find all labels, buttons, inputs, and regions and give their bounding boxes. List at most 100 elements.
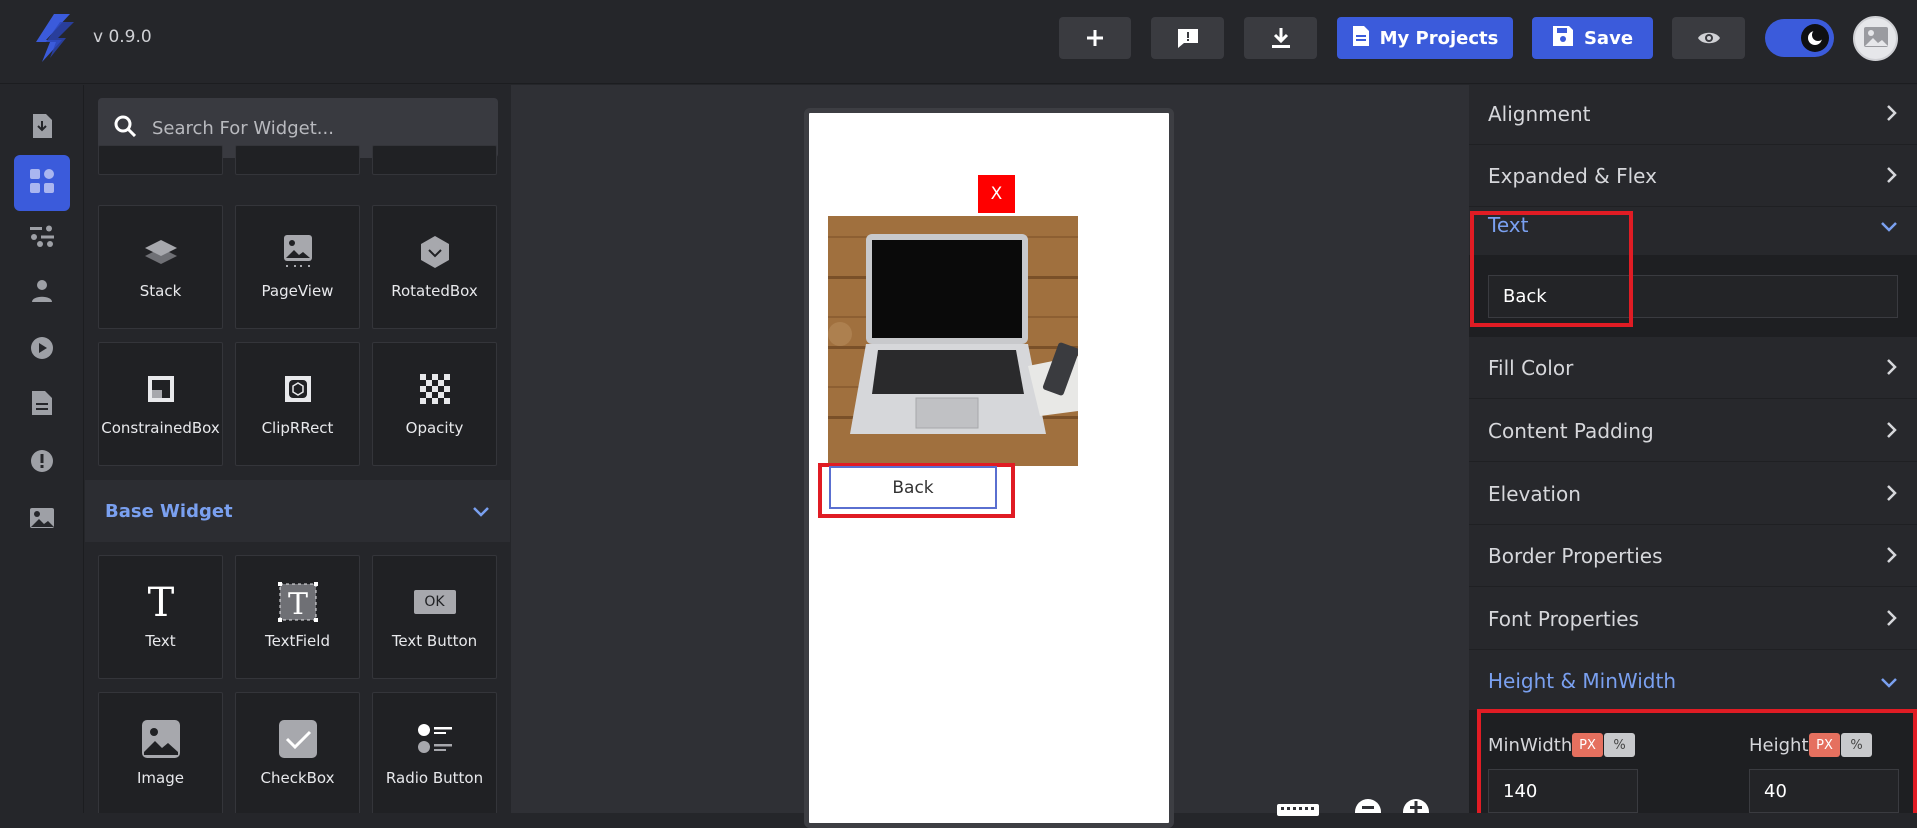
widget-label: Opacity xyxy=(405,419,464,437)
widget-label: PageView xyxy=(261,282,334,300)
app-logo xyxy=(36,14,76,62)
widget-tile-constrainedbox[interactable]: ConstrainedBox xyxy=(98,342,223,466)
prop-content-padding[interactable]: Content Padding xyxy=(1469,400,1917,462)
widget-label: ClipRRect xyxy=(261,419,334,437)
ok-badge: OK xyxy=(413,590,456,614)
stack-icon xyxy=(143,234,179,270)
prop-label: Content Padding xyxy=(1488,418,1654,443)
prop-alignment[interactable]: Alignment xyxy=(1469,85,1917,145)
constrainedbox-icon xyxy=(146,371,176,407)
prop-label: Fill Color xyxy=(1488,355,1574,380)
chevron-down-icon xyxy=(1881,669,1897,693)
rail-properties[interactable] xyxy=(14,210,70,266)
rail-play[interactable] xyxy=(14,322,70,378)
file-icon xyxy=(1352,25,1370,52)
info-icon xyxy=(30,449,54,477)
play-icon xyxy=(30,336,54,364)
widget-label: TextField xyxy=(265,632,330,650)
theme-toggle[interactable] xyxy=(1765,19,1834,57)
chevron-right-icon xyxy=(1887,164,1897,188)
chevron-right-icon xyxy=(1887,102,1897,126)
rail-info[interactable] xyxy=(14,435,70,491)
checkbox-icon xyxy=(278,720,318,758)
widget-tile-rotatedbox[interactable]: RotatedBox xyxy=(372,205,497,329)
preview-button[interactable] xyxy=(1672,17,1745,59)
widget-tile-hidden-2[interactable] xyxy=(235,145,360,175)
feedback-button[interactable] xyxy=(1151,17,1224,59)
properties-icon xyxy=(29,224,55,252)
prop-label: Font Properties xyxy=(1488,606,1639,631)
widget-label: Radio Button xyxy=(385,769,484,787)
eye-icon xyxy=(1697,30,1721,46)
prop-label: Height & MinWidth xyxy=(1488,669,1677,693)
text-highlight xyxy=(1470,211,1633,327)
search-input[interactable] xyxy=(152,117,472,139)
rail-import[interactable] xyxy=(14,100,70,156)
widget-tile-pageview[interactable]: PageView xyxy=(235,205,360,329)
user-icon xyxy=(31,279,53,307)
image-icon xyxy=(141,720,181,758)
save-label: Save xyxy=(1583,27,1634,49)
widget-label: Text xyxy=(145,632,176,650)
rail-user[interactable] xyxy=(14,265,70,321)
my-projects-label: My Projects xyxy=(1379,27,1499,49)
zoom-controls xyxy=(1277,797,1447,825)
feedback-icon xyxy=(1176,27,1200,49)
close-button[interactable]: X xyxy=(978,175,1015,213)
pageview-icon xyxy=(282,234,314,270)
chevron-right-icon xyxy=(1887,419,1897,443)
rail-image[interactable] xyxy=(14,492,70,548)
prop-elevation[interactable]: Elevation xyxy=(1469,463,1917,525)
add-button[interactable] xyxy=(1059,17,1131,59)
cliprrect-icon xyxy=(283,371,313,407)
prop-height-minwidth-section[interactable]: Height & MinWidth xyxy=(1469,650,1917,712)
avatar-image-icon xyxy=(1863,26,1889,52)
chevron-right-icon xyxy=(1887,482,1897,506)
widgets-icon xyxy=(29,168,55,198)
my-projects-button[interactable]: My Projects xyxy=(1337,17,1513,59)
opacity-icon xyxy=(419,371,450,407)
widget-tile-text[interactable]: T Text xyxy=(98,555,223,679)
base-widget-section-header[interactable]: Base Widget xyxy=(85,480,510,542)
widget-tile-hidden-3[interactable] xyxy=(372,145,497,175)
chevron-down-icon xyxy=(1881,213,1897,237)
prop-label: Elevation xyxy=(1488,481,1581,506)
prop-fill-color[interactable]: Fill Color xyxy=(1469,337,1917,399)
download-button[interactable] xyxy=(1244,17,1317,59)
widget-tile-cliprrect[interactable]: ClipRRect xyxy=(235,342,360,466)
prop-border-properties[interactable]: Border Properties xyxy=(1469,525,1917,587)
zoom-out-icon[interactable] xyxy=(1353,797,1383,825)
widget-tile-text-button[interactable]: OK Text Button xyxy=(372,555,497,679)
zoom-in-icon[interactable] xyxy=(1401,797,1431,825)
widget-tile-radio-button[interactable]: Radio Button xyxy=(372,692,497,813)
avatar[interactable] xyxy=(1853,16,1898,61)
text-button-icon: OK xyxy=(413,584,456,620)
section-title: Base Widget xyxy=(105,500,233,522)
widget-tile-hidden-1[interactable] xyxy=(98,145,223,175)
back-button[interactable]: Back xyxy=(829,466,997,509)
app-version: v 0.9.0 xyxy=(93,27,152,47)
widget-tile-textfield[interactable]: T TextField xyxy=(235,555,360,679)
laptop-image[interactable] xyxy=(828,216,1080,466)
svg-text:T: T xyxy=(287,587,307,622)
rail-widgets[interactable] xyxy=(14,155,70,211)
download-icon xyxy=(1271,27,1291,49)
top-bar: v 0.9.0 My Projects Save xyxy=(0,0,1917,84)
widget-tile-image[interactable]: Image xyxy=(98,692,223,813)
widget-label: Image xyxy=(137,769,184,787)
prop-label: Border Properties xyxy=(1488,543,1663,568)
rail-document[interactable] xyxy=(14,377,70,433)
widget-label: RotatedBox xyxy=(391,282,478,300)
widget-label: Text Button xyxy=(391,632,478,650)
widget-tile-stack[interactable]: Stack xyxy=(98,205,223,329)
widget-label: CheckBox xyxy=(260,769,335,787)
chevron-right-icon xyxy=(1887,356,1897,380)
textfield-icon: T xyxy=(277,582,319,622)
widget-tile-opacity[interactable]: Opacity xyxy=(372,342,497,466)
widget-label: Stack xyxy=(139,282,182,300)
keyboard-icon[interactable] xyxy=(1277,801,1319,820)
svg-text:T: T xyxy=(147,584,174,620)
prop-font-properties[interactable]: Font Properties xyxy=(1469,588,1917,650)
widget-tile-checkbox[interactable]: CheckBox xyxy=(235,692,360,813)
save-button[interactable]: Save xyxy=(1532,17,1653,59)
